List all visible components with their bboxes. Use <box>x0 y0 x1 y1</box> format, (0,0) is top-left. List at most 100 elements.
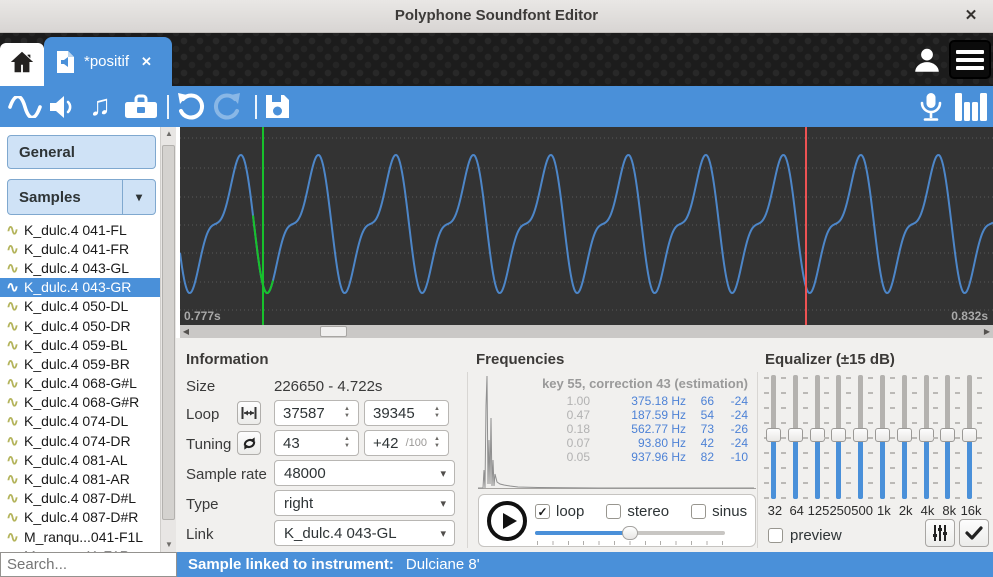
tuning-key-spinner[interactable]: 43 ▲▼ <box>274 430 359 456</box>
samples-dropdown-arrow[interactable]: ▾ <box>122 180 155 214</box>
list-item[interactable]: ∿K_dulc.4 081-AL <box>0 450 160 469</box>
eq-apply-button[interactable] <box>959 519 989 547</box>
eq-band-250[interactable] <box>829 375 851 503</box>
tab-positif[interactable]: *positif ✕ <box>44 37 172 86</box>
loop-end-spinner[interactable]: 39345 ▲▼ <box>364 400 449 426</box>
slider-knob[interactable] <box>622 526 638 540</box>
scroll-left-icon[interactable]: ◀ <box>180 325 192 338</box>
size-label: Size <box>186 378 215 395</box>
tuning-auto-button[interactable] <box>237 431 261 455</box>
list-item[interactable]: ∿K_dulc.4 068-G#L <box>0 374 160 393</box>
scroll-right-icon[interactable]: ▶ <box>981 325 993 338</box>
eq-handle[interactable] <box>766 428 781 442</box>
list-item[interactable]: ∿K_dulc.4 074-DL <box>0 412 160 431</box>
list-item[interactable]: ∿K_dulc.4 059-BL <box>0 335 160 354</box>
microphone-icon[interactable] <box>916 86 946 127</box>
eq-band-64[interactable] <box>786 375 808 503</box>
redo-icon[interactable] <box>210 86 246 127</box>
general-button[interactable]: General <box>7 135 156 169</box>
list-item[interactable]: ∿M_ranqu...041-F1L <box>0 527 160 546</box>
list-item[interactable]: ∿K_dulc.4 087-D#R <box>0 508 160 527</box>
window-close-icon[interactable]: ✕ <box>961 6 981 26</box>
eq-handle[interactable] <box>919 428 934 442</box>
player-slider[interactable] <box>535 526 725 540</box>
scrollbar-thumb[interactable] <box>162 145 175 520</box>
tab-home[interactable] <box>0 43 44 86</box>
menu-icon[interactable] <box>949 40 991 79</box>
sample-wave-icon[interactable] <box>6 86 44 127</box>
sidebar-scrollbar[interactable]: ▲ ▼ <box>160 127 176 552</box>
eq-handle[interactable] <box>831 428 846 442</box>
eq-band-125[interactable] <box>808 375 830 503</box>
preview-checkbox[interactable] <box>768 528 783 543</box>
list-item[interactable]: ∿K_dulc.4 043-GL <box>0 258 160 277</box>
waveform-view[interactable]: 0.777s 0.832s <box>180 127 993 325</box>
spinner-arrows-icon[interactable]: ▲▼ <box>339 406 355 420</box>
list-item[interactable]: ∿K_dulc.4 081-AR <box>0 469 160 488</box>
list-item[interactable]: ∿K_dulc.4 041-FL <box>0 220 160 239</box>
note-glyph: ♫ <box>89 92 111 121</box>
list-item[interactable]: ∿K_dulc.4 050-DR <box>0 316 160 335</box>
scrollbar-thumb[interactable] <box>320 326 347 337</box>
eq-band-8k[interactable] <box>938 375 960 503</box>
undo-icon[interactable] <box>172 86 208 127</box>
list-item[interactable]: ∿K_dulc.4 074-DR <box>0 431 160 450</box>
toolbar-separator <box>167 95 169 119</box>
tab-close-icon[interactable]: ✕ <box>141 54 152 70</box>
toolbar-separator <box>255 95 257 119</box>
wave-icon: ∿ <box>4 317 21 335</box>
list-item[interactable]: ∿K_dulc.4 059-BR <box>0 354 160 373</box>
tuning-correction-spinner[interactable]: +42 /100 ▲▼ <box>364 430 449 456</box>
list-item[interactable]: ∿K_dulc.4 087-D#L <box>0 489 160 508</box>
loop-start-spinner[interactable]: 37587 ▲▼ <box>274 400 359 426</box>
list-item[interactable]: ∿K_dulc.4 050-DL <box>0 297 160 316</box>
eq-handle[interactable] <box>788 428 803 442</box>
list-item-selected[interactable]: ∿K_dulc.4 043-GR <box>0 278 160 297</box>
samples-button[interactable]: Samples ▾ <box>7 179 156 215</box>
link-select[interactable]: K_dulc.4 043-GL ▾ <box>274 520 455 546</box>
eq-band-16k[interactable] <box>960 375 982 503</box>
wave-icon: ∿ <box>4 278 21 296</box>
speaker-icon[interactable] <box>46 86 78 127</box>
user-icon[interactable] <box>912 45 942 80</box>
waveform-plot <box>180 127 993 325</box>
loop-end-marker[interactable] <box>805 127 807 325</box>
panel-separator <box>757 372 758 548</box>
eq-handle[interactable] <box>897 428 912 442</box>
eq-handle[interactable] <box>875 428 890 442</box>
eq-band-32[interactable] <box>764 375 786 503</box>
play-button[interactable] <box>487 501 527 541</box>
save-icon[interactable] <box>260 86 294 127</box>
sinus-checkbox[interactable] <box>691 504 706 519</box>
eq-handle[interactable] <box>940 428 955 442</box>
spinner-arrows-icon[interactable]: ▲▼ <box>429 436 445 450</box>
eq-band-500[interactable] <box>851 375 873 503</box>
eq-band-1k[interactable] <box>873 375 895 503</box>
eq-handle[interactable] <box>853 428 868 442</box>
list-item[interactable]: ∿K_dulc.4 041-FR <box>0 239 160 258</box>
scroll-up-icon[interactable]: ▲ <box>161 127 177 141</box>
slider-fill <box>535 531 628 535</box>
spinner-arrows-icon[interactable]: ▲▼ <box>429 406 445 420</box>
toolbox-icon[interactable] <box>120 86 162 127</box>
sample-rate-select[interactable]: 48000 ▾ <box>274 460 455 486</box>
eq-band-2k[interactable] <box>895 375 917 503</box>
search-input[interactable] <box>0 552 177 577</box>
list-item[interactable]: ∿K_dulc.4 068-G#R <box>0 393 160 412</box>
music-note-icon[interactable]: ♫ <box>84 86 116 127</box>
eq-settings-button[interactable] <box>925 519 955 547</box>
loop-checkbox-label: loop <box>556 503 584 520</box>
eq-handle[interactable] <box>810 428 825 442</box>
organ-pipes-icon[interactable] <box>952 86 990 127</box>
eq-handle[interactable] <box>962 428 977 442</box>
loop-start-marker[interactable] <box>262 127 264 325</box>
stereo-checkbox[interactable] <box>606 504 621 519</box>
eq-band-4k[interactable] <box>917 375 939 503</box>
loop-play-range-button[interactable] <box>237 401 261 425</box>
sample-list: ∿K_dulc.4 041-FL ∿K_dulc.4 041-FR ∿K_dul… <box>0 220 160 552</box>
waveform-scrollbar[interactable]: ◀ ▶ <box>180 325 993 338</box>
loop-checkbox[interactable]: ✓ <box>535 504 550 519</box>
spinner-arrows-icon[interactable]: ▲▼ <box>339 436 355 450</box>
type-select[interactable]: right ▾ <box>274 490 455 516</box>
scroll-down-icon[interactable]: ▼ <box>161 538 177 552</box>
